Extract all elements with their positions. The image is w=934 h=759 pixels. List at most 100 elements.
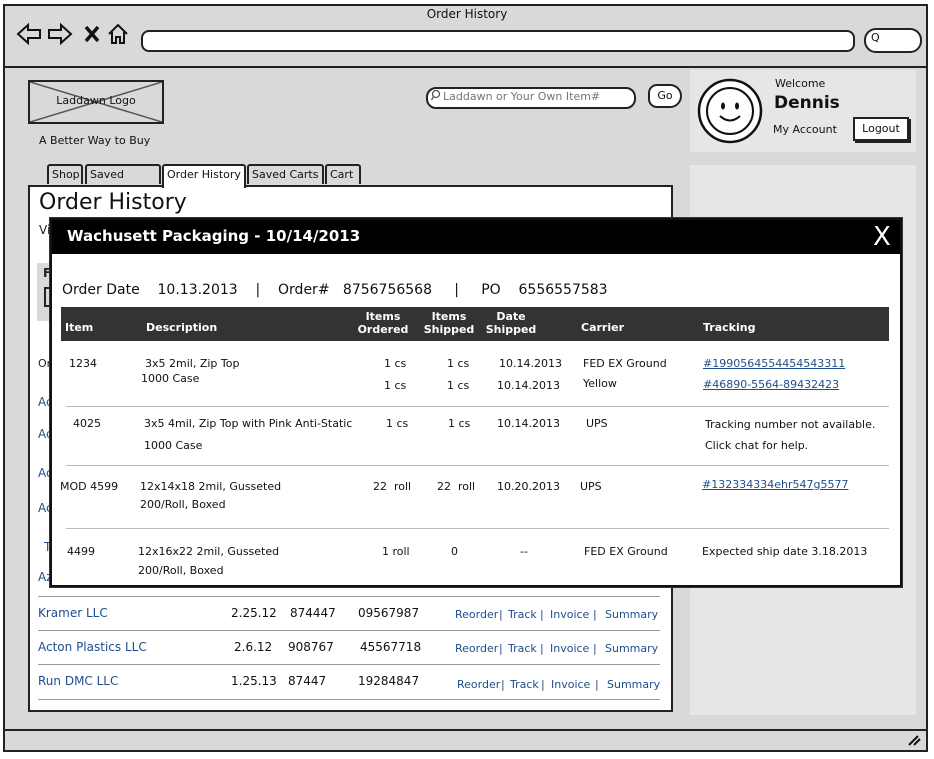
po-label: PO <box>481 282 501 298</box>
column-header-items-ordered: Items Ordered <box>357 310 409 336</box>
date-shipped: 10.14.2013 <box>499 357 562 370</box>
item-description-2: 200/Roll, Boxed <box>140 498 226 511</box>
column-header-description: Description <box>146 321 218 334</box>
items-shipped: 22 roll <box>437 480 476 493</box>
invoice-link[interactable]: Invoice <box>551 678 590 691</box>
tab-saved-carts[interactable]: Saved Carts <box>247 164 324 184</box>
po-number: 45567718 <box>360 640 422 654</box>
carrier: UPS <box>580 480 602 493</box>
tab-order-history[interactable]: Order History <box>162 164 246 188</box>
carrier: UPS <box>586 417 608 430</box>
summary-link[interactable]: Summary <box>607 678 660 691</box>
track-link[interactable]: Track <box>510 678 539 691</box>
invoice-link[interactable]: Invoice <box>550 608 589 621</box>
track-link[interactable]: Track <box>508 608 537 621</box>
column-header-carrier: Carrier <box>581 321 625 334</box>
tab-saved-items[interactable]: Saved Items <box>85 164 161 199</box>
browser-search-box[interactable]: Q <box>864 28 922 53</box>
my-account-link[interactable]: My Account <box>773 123 837 136</box>
items-ordered: 1 cs <box>384 357 407 370</box>
order-detail-modal <box>50 218 902 587</box>
column-header-tracking: Tracking <box>703 321 756 334</box>
separator: | <box>540 608 544 621</box>
items-shipped: 1 cs <box>447 379 470 392</box>
company-link[interactable]: Acton Plastics LLC <box>38 640 147 654</box>
separator: | <box>541 678 545 691</box>
reorder-link[interactable]: Reorder <box>455 642 498 655</box>
summary-link[interactable]: Summary <box>605 642 658 655</box>
order-date: 2.25.12 <box>231 606 277 620</box>
close-icon[interactable]: X <box>873 220 891 254</box>
order-date: 1.25.13 <box>231 674 277 688</box>
separator: | <box>255 282 261 298</box>
tracking-link[interactable]: #46890-5564-89432423 <box>703 378 839 391</box>
invoice-link[interactable]: Invoice <box>550 642 589 655</box>
items-ordered: 1 cs <box>384 379 407 392</box>
item-number: 4025 <box>73 417 101 430</box>
item-description: 3x5 4mil, Zip Top with Pink Anti-Static <box>144 417 353 430</box>
logout-button[interactable]: Logout <box>853 117 909 141</box>
order-summary-line: Order Date 10.13.2013 | Order# 875675656… <box>62 282 608 298</box>
avatar <box>697 78 763 144</box>
status-bar-divider <box>5 729 926 731</box>
table-header: Item Description Items Ordered Items Shipp… <box>61 307 889 341</box>
track-link[interactable]: Track <box>508 642 537 655</box>
item-description: 12x14x18 2mil, Gusseted <box>140 480 282 493</box>
order-number: 874447 <box>290 606 336 620</box>
date-shipped: 10.20.2013 <box>497 480 560 493</box>
tab-shop[interactable]: Shop <box>47 164 83 184</box>
row-divider <box>66 528 889 529</box>
date-shipped: 10.14.2013 <box>497 379 560 392</box>
order-number: 908767 <box>288 640 334 654</box>
items-shipped: 1 cs <box>447 357 470 370</box>
separator: | <box>499 608 503 621</box>
site-search-input[interactable] <box>443 88 623 104</box>
date-shipped: -- <box>520 545 528 558</box>
logo-text: Laddawn Logo <box>56 94 136 107</box>
go-button[interactable]: Go <box>648 84 682 108</box>
order-date: 2.6.12 <box>234 640 273 654</box>
separator: | <box>454 282 459 298</box>
separator: | <box>501 678 505 691</box>
search-icon <box>430 89 441 104</box>
separator: | <box>499 642 503 655</box>
modal-title: Wachusett Packaging - 10/14/2013 <box>67 227 361 245</box>
carrier: Yellow <box>583 377 617 390</box>
tracking-note: Tracking number not available. <box>705 418 876 431</box>
table-row: Kramer LLC 2.25.12 874447 09567987 Reord… <box>38 596 660 631</box>
reorder-link[interactable]: Reorder <box>457 678 500 691</box>
tracking-link[interactable]: #1990564554454543311 <box>703 357 845 370</box>
items-ordered: 1 cs <box>386 417 409 430</box>
resize-grip-icon[interactable] <box>907 734 921 750</box>
table-row: Run DMC LLC 1.25.13 87447 19284847 Reord… <box>38 664 660 700</box>
company-link[interactable]: Kramer LLC <box>38 606 108 620</box>
forward-arrow-icon[interactable] <box>47 22 73 52</box>
tab-cart[interactable]: Cart <box>325 164 361 184</box>
tracking-note: Expected ship date 3.18.2013 <box>702 545 868 558</box>
chrome-divider <box>5 66 926 68</box>
row-divider <box>66 465 889 466</box>
tagline: A Better Way to Buy <box>39 134 151 147</box>
reorder-link[interactable]: Reorder <box>455 608 498 621</box>
item-description: 12x16x22 2mil, Gusseted <box>138 545 280 558</box>
summary-link[interactable]: Summary <box>605 608 658 621</box>
search-icon: Q <box>871 31 880 44</box>
home-icon[interactable] <box>106 22 130 52</box>
tracking-link[interactable]: #132334334ehr547g5577 <box>702 478 848 491</box>
page-title: Order History <box>39 190 187 215</box>
po-number: 09567987 <box>358 606 420 620</box>
separator: | <box>593 642 597 655</box>
items-shipped: 0 <box>451 545 458 558</box>
order-date-value: 10.13.2013 <box>157 282 238 298</box>
item-description-2: 1000 Case <box>141 372 200 385</box>
back-arrow-icon[interactable] <box>16 22 42 52</box>
row-divider <box>66 406 889 407</box>
company-link[interactable]: Run DMC LLC <box>38 674 118 688</box>
stop-close-icon[interactable] <box>82 22 102 52</box>
item-number: MOD 4599 <box>60 480 119 493</box>
welcome-label: Welcome <box>775 77 826 90</box>
url-bar[interactable] <box>141 30 855 52</box>
separator: | <box>595 678 599 691</box>
column-header-date-shipped: Date Shipped <box>485 310 537 336</box>
item-number: 4499 <box>67 545 95 558</box>
